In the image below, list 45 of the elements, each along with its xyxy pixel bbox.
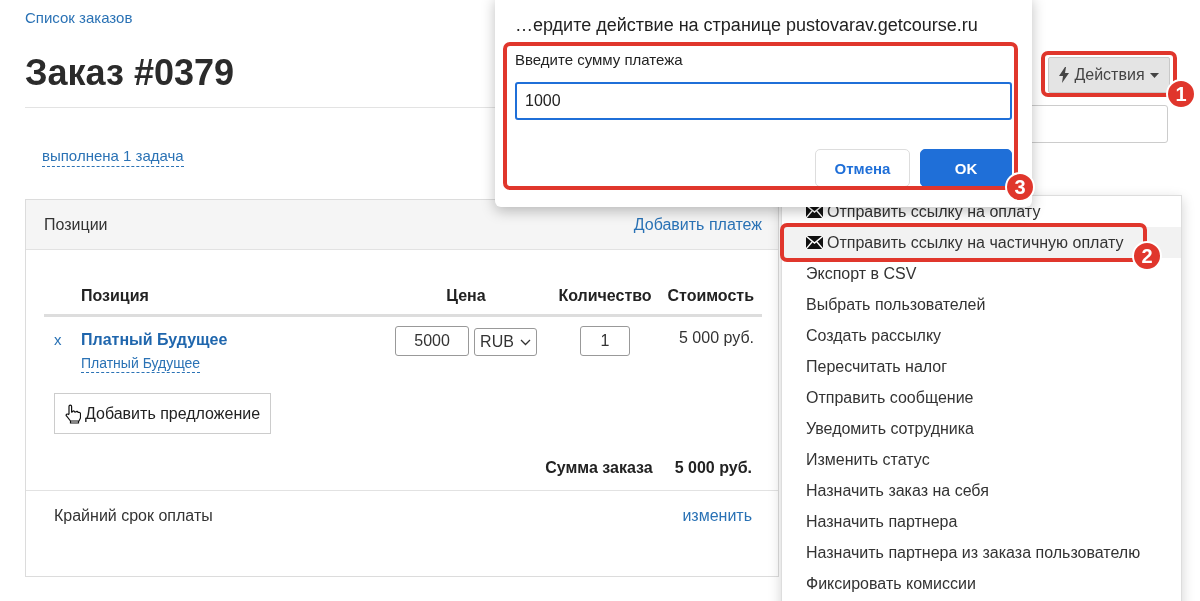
pointing-hand-icon xyxy=(65,403,81,424)
total-label: Сумма заказа xyxy=(545,458,653,478)
dialog-title: …ердите действие на странице pustovarav.getcourse.ru xyxy=(515,14,979,36)
ok-button[interactable]: OK xyxy=(920,149,1012,187)
price-field[interactable]: 5000 xyxy=(395,326,470,356)
column-header: Количество xyxy=(557,287,653,305)
menu-item[interactable]: Выбрать пользователей xyxy=(782,289,1181,320)
menu-item[interactable]: Отправить сообщение xyxy=(782,382,1181,413)
column-header: Цена xyxy=(445,287,487,305)
menu-item[interactable]: Создать рассылку xyxy=(782,320,1181,351)
amount-field[interactable]: 1000 xyxy=(515,82,1012,120)
lightning-icon xyxy=(1059,67,1070,83)
chevron-icon xyxy=(519,338,531,346)
actions-button[interactable]: Действия xyxy=(1048,57,1170,93)
column-header: Позиция xyxy=(81,287,150,305)
annotation-badge: 3 xyxy=(1005,172,1035,202)
tasks-link[interactable]: выполнена 1 задача xyxy=(42,146,184,167)
quantity-field[interactable]: 1 xyxy=(580,326,630,356)
menu-item[interactable]: Назначить партнера из заказа пользователю xyxy=(782,537,1181,568)
menu-item[interactable]: Уведомить сотрудника xyxy=(782,413,1181,444)
caret-icon xyxy=(1149,72,1159,78)
cancel-button[interactable]: Отмена xyxy=(815,149,910,187)
currency-select[interactable]: RUB xyxy=(474,328,537,356)
add-payment-link[interactable]: Добавить платеж xyxy=(633,215,762,234)
column-header: Стоимость xyxy=(666,287,755,305)
remove-link[interactable]: x xyxy=(44,326,81,354)
add-offer-button[interactable]: Добавить предложение xyxy=(54,393,272,434)
total-value: 5 000 руб. xyxy=(674,458,752,478)
dialog-label: Введите сумму платежа xyxy=(515,50,684,70)
menu-item[interactable]: Назначить партнера xyxy=(782,506,1181,537)
menu-item[interactable]: Назначить заказ на себя xyxy=(782,475,1181,506)
envelope-icon xyxy=(806,236,823,249)
due-date-label: Крайний срок оплаты xyxy=(54,506,213,526)
annotation-badge: 1 xyxy=(1166,79,1196,109)
menu-item[interactable]: Пересчитать налог xyxy=(782,351,1181,382)
annotation-badge: 2 xyxy=(1132,241,1162,271)
menu-item[interactable]: Изменить статус xyxy=(782,444,1181,475)
panel-title: Позиции xyxy=(44,215,108,234)
cost-cell-text: 5 000 руб. xyxy=(678,328,755,348)
change-link[interactable]: изменить xyxy=(682,505,752,527)
menu-item[interactable]: Фиксировать комиссии xyxy=(782,568,1181,599)
product-link[interactable]: Платный Будущее xyxy=(81,326,228,354)
page-title: Заказ #0379 xyxy=(25,51,235,95)
breadcrumb-link[interactable]: Список заказов xyxy=(25,8,133,28)
offer-link[interactable]: Платный Будущее xyxy=(81,354,201,373)
